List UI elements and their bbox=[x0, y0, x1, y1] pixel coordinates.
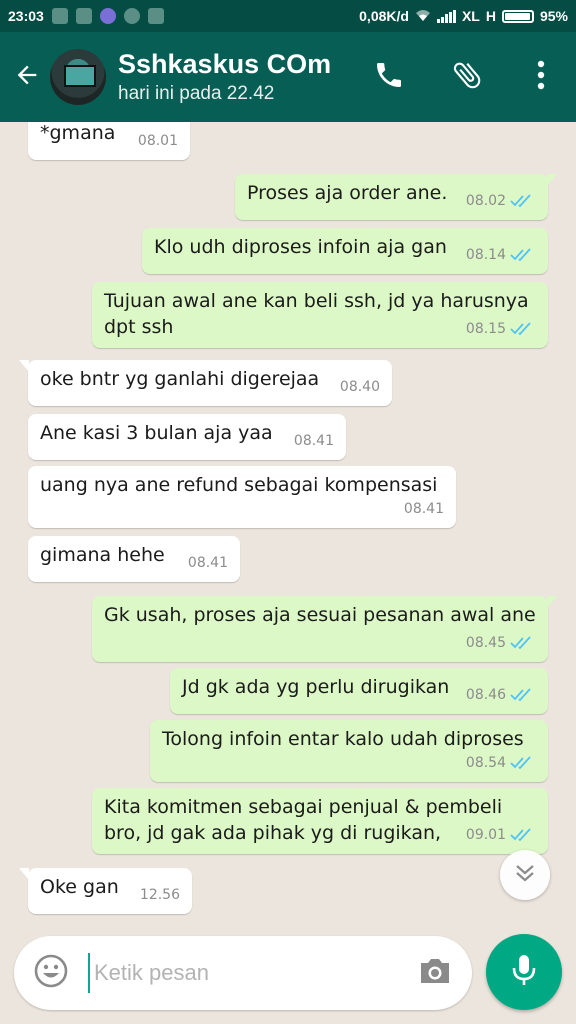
double-chevron-down-icon bbox=[514, 863, 536, 887]
message-text: Klo udh diproses infoin aja gan bbox=[154, 236, 447, 258]
message-text: Proses aja order ane. bbox=[247, 182, 448, 204]
call-button[interactable] bbox=[350, 32, 428, 122]
message-bubble[interactable]: Tolong infoin entar kalo udah diproses 0… bbox=[150, 720, 548, 782]
battery-percent: 95% bbox=[539, 8, 568, 24]
notification-icon bbox=[75, 8, 92, 24]
camera-icon bbox=[417, 955, 453, 991]
message-bubble[interactable]: Proses aja order ane. 08.02 bbox=[235, 174, 557, 220]
read-receipt-icon bbox=[510, 248, 531, 262]
read-receipt-icon bbox=[510, 828, 531, 842]
message-bubble[interactable]: gimana hehe 08.41 bbox=[28, 536, 240, 582]
read-receipt-icon bbox=[510, 688, 531, 702]
message-time: 08.41 bbox=[187, 555, 228, 571]
emoji-icon bbox=[33, 953, 69, 993]
contact-info[interactable]: Sshkaskus COm hari ini pada 22.42 bbox=[118, 47, 350, 107]
voice-record-button[interactable] bbox=[486, 934, 562, 1010]
message-time: 09.01 bbox=[465, 827, 506, 843]
read-receipt-icon bbox=[510, 756, 531, 770]
chat-header: Sshkaskus COm hari ini pada 22.42 bbox=[0, 32, 576, 122]
message-time: 08.14 bbox=[465, 247, 506, 263]
back-arrow-icon bbox=[13, 61, 41, 93]
message-bubble[interactable]: oke bntr yg ganlahi digerejaa 08.40 bbox=[19, 360, 392, 406]
signal-icon bbox=[436, 9, 456, 23]
message-bubble[interactable]: Ane kasi 3 bulan aja yaa 08.41 bbox=[28, 414, 346, 460]
message-text: oke bntr yg ganlahi digerejaa bbox=[40, 368, 320, 390]
message-time: 08.46 bbox=[465, 687, 506, 703]
message-time: 08.54 bbox=[465, 755, 506, 771]
message-bubble[interactable]: Gk usah, proses aja sesuai pesanan awal … bbox=[92, 596, 557, 662]
message-time: 08.45 bbox=[465, 635, 506, 651]
message-time: 08.02 bbox=[465, 193, 506, 209]
message-bubble[interactable]: Klo udh diproses infoin aja gan 08.14 bbox=[142, 228, 548, 274]
notification-icon bbox=[147, 8, 164, 24]
camera-button[interactable] bbox=[398, 936, 472, 1010]
message-bubble[interactable]: uang nya ane refund sebagai kompensasi 0… bbox=[28, 466, 456, 528]
message-list[interactable]: *gmana 08.01 Proses aja order ane. 08.02… bbox=[0, 122, 576, 930]
message-time: 12.56 bbox=[139, 887, 180, 903]
network-type: H bbox=[485, 8, 496, 24]
message-time: 08.40 bbox=[339, 379, 380, 395]
message-input[interactable] bbox=[88, 953, 398, 993]
compose-bar bbox=[14, 936, 472, 1010]
scroll-to-bottom-button[interactable] bbox=[500, 850, 550, 900]
message-text: uang nya ane refund sebagai kompensasi bbox=[40, 474, 438, 496]
message-text: *gmana bbox=[40, 122, 116, 144]
carrier-label: XL bbox=[461, 8, 480, 24]
emoji-button[interactable] bbox=[14, 936, 88, 1010]
wifi-icon bbox=[415, 8, 431, 25]
message-bubble[interactable]: *gmana 08.01 bbox=[28, 122, 190, 160]
message-text: Kita komitmen sebagai penjual & pembeli … bbox=[104, 796, 503, 844]
back-button[interactable] bbox=[4, 32, 50, 122]
message-time: 08.41 bbox=[293, 433, 334, 449]
attach-icon bbox=[450, 58, 484, 96]
status-time: 23:03 bbox=[8, 8, 44, 24]
message-text: Jd gk ada yg perlu dirugikan bbox=[182, 676, 450, 698]
read-receipt-icon bbox=[510, 322, 531, 336]
avatar[interactable] bbox=[50, 49, 106, 105]
message-bubble[interactable]: Kita komitmen sebagai penjual & pembeli … bbox=[92, 788, 548, 854]
read-receipt-icon bbox=[510, 194, 531, 208]
message-time: 08.01 bbox=[137, 133, 178, 149]
contact-name: Sshkaskus COm bbox=[118, 49, 332, 79]
browser-icon bbox=[99, 8, 116, 24]
notification-icon bbox=[51, 8, 68, 24]
message-time: 08.41 bbox=[403, 501, 444, 517]
message-bubble[interactable]: Jd gk ada yg perlu dirugikan 08.46 bbox=[170, 668, 548, 714]
network-speed: 0,08K/d bbox=[359, 8, 409, 24]
more-vert-icon bbox=[536, 60, 546, 94]
phone-icon bbox=[373, 59, 405, 95]
message-time: 08.15 bbox=[465, 321, 506, 337]
message-bubble[interactable]: Oke gan 12.56 bbox=[19, 868, 192, 914]
message-bubble[interactable]: Tujuan awal ane kan beli ssh, jd ya haru… bbox=[92, 282, 548, 348]
message-text: Gk usah, proses aja sesuai pesanan awal … bbox=[104, 604, 536, 626]
message-text: gimana hehe bbox=[40, 544, 165, 566]
more-options-button[interactable] bbox=[506, 32, 576, 122]
message-text: Tolong infoin entar kalo udah diproses bbox=[162, 728, 524, 750]
last-seen: hari ini pada 22.42 bbox=[118, 83, 275, 104]
battery-icon bbox=[501, 9, 534, 23]
chat-icon bbox=[123, 8, 140, 24]
microphone-icon bbox=[511, 953, 537, 991]
message-text: Ane kasi 3 bulan aja yaa bbox=[40, 422, 273, 444]
read-receipt-icon bbox=[510, 636, 531, 650]
status-bar: 23:03 0,08K/d XL H 95% bbox=[0, 0, 576, 32]
attach-button[interactable] bbox=[428, 32, 506, 122]
message-text: Oke gan bbox=[40, 876, 119, 898]
